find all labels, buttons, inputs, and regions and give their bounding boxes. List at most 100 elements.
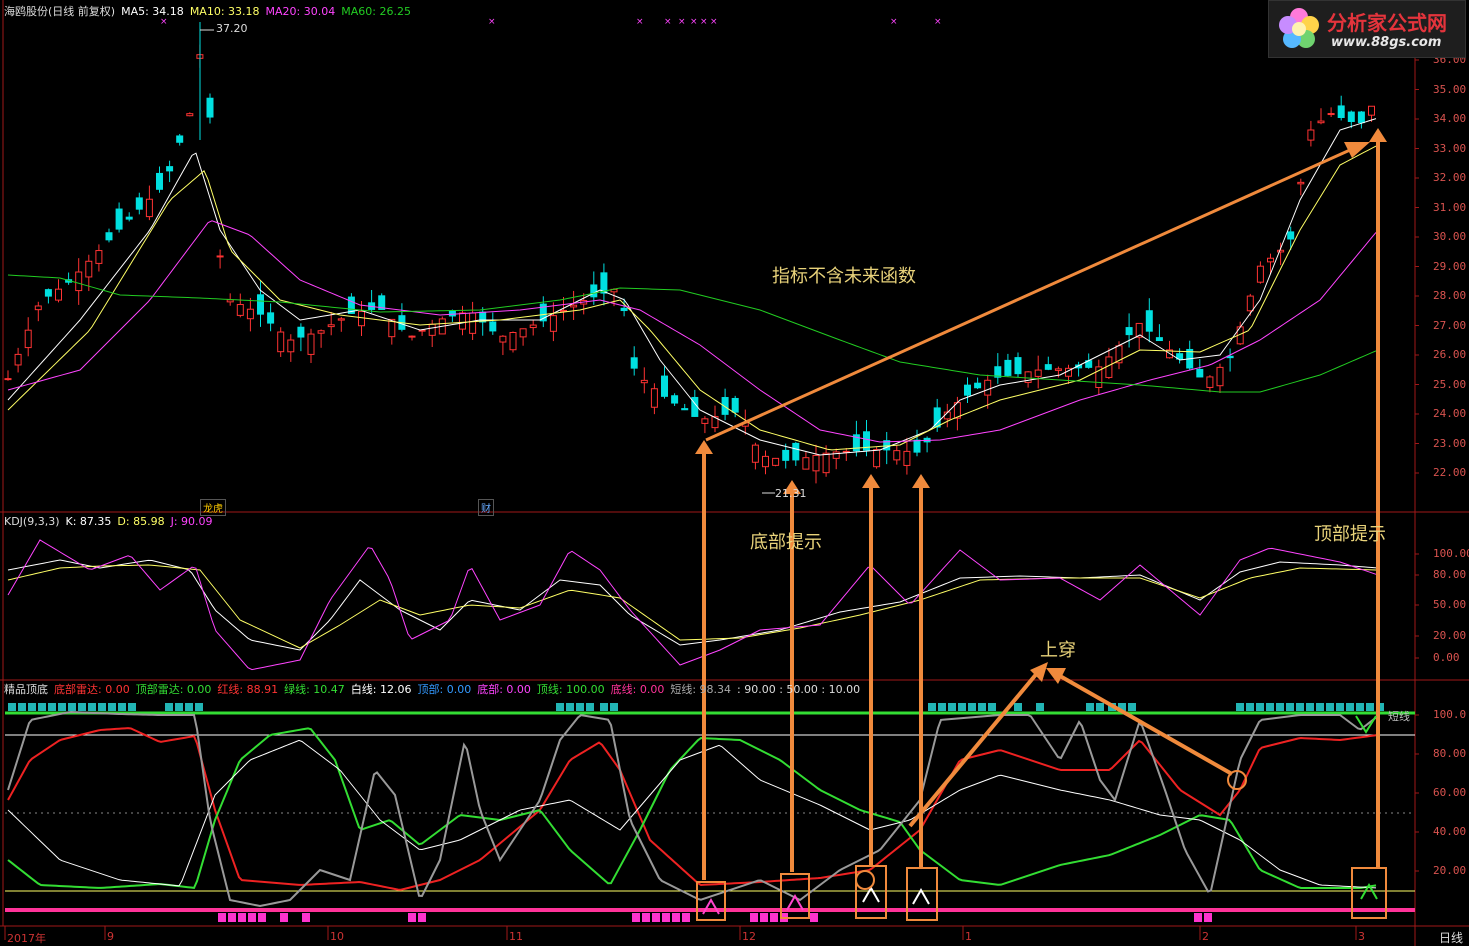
candle-body: [115, 208, 123, 230]
time-tick-label: 2017年: [7, 932, 46, 945]
candle-body: [650, 388, 658, 408]
top-radar-block: [600, 703, 608, 711]
candle-body: [499, 335, 507, 343]
top-radar-block: [165, 703, 173, 711]
candle-body: [186, 113, 194, 117]
candle-body: [681, 408, 689, 411]
event-marker: ×: [488, 17, 496, 27]
candle-body: [1277, 249, 1285, 253]
event-marker: ×: [700, 17, 708, 27]
candle-body: [509, 332, 517, 351]
bottom-line-label: 底线: 0.00: [610, 683, 665, 696]
annotation-bottom-hint: 底部提示: [750, 532, 822, 553]
top-radar-block: [68, 703, 76, 711]
bottom-radar-block: [652, 913, 660, 922]
kdj-d-label: D: 85.98: [117, 515, 165, 528]
ma60-label: MA60: 26.25: [341, 5, 411, 18]
candle-body: [913, 439, 921, 453]
candle-body: [812, 454, 820, 472]
candle-body: [600, 272, 608, 294]
top-radar-block: [1036, 703, 1044, 711]
top-radar-block: [576, 703, 584, 711]
top-label: 顶部: 0.00: [417, 683, 472, 696]
short-line-tag: 短线: [1388, 710, 1410, 723]
background: [0, 0, 1469, 946]
bottom-radar-block: [662, 913, 670, 922]
high-price-marker: 37.20: [216, 22, 248, 35]
candle-body: [570, 304, 578, 308]
candle-body: [1368, 105, 1375, 116]
kdj-tick-label: 20.00: [1433, 629, 1467, 642]
candle-body: [782, 449, 790, 461]
price-tick-label: 30.00: [1433, 230, 1467, 243]
bottom-radar-block: [770, 913, 778, 922]
candle-body: [519, 328, 527, 338]
top-radar-block: [1326, 703, 1334, 711]
candle-body: [1196, 368, 1204, 378]
candle-body: [75, 271, 83, 292]
candle-body: [327, 324, 335, 328]
red-line-label: 红线: 88.91: [217, 683, 279, 696]
top-radar-block: [185, 703, 193, 711]
event-marker: ×: [636, 17, 644, 27]
kdj-tick-label: 50.00: [1433, 598, 1467, 611]
top-radar-block: [175, 703, 183, 711]
indicator-panel-header: 精品顶底 底部雷达: 0.00 顶部雷达: 0.00 红线: 88.91 绿线: 10.…: [4, 683, 866, 697]
bottom-radar-block: [238, 913, 246, 922]
top-radar-block: [928, 703, 936, 711]
candle-body: [226, 299, 234, 303]
top-radar-block: [1316, 703, 1324, 711]
top-radar-block: [1128, 703, 1136, 711]
candle-body: [4, 378, 12, 381]
bottom-radar-block: [302, 913, 310, 922]
candle-body: [1307, 129, 1315, 141]
time-tick-label: 9: [107, 930, 114, 943]
candle-body: [14, 353, 22, 366]
bottom-radar-block: [218, 913, 226, 922]
candle-body: [751, 444, 759, 463]
price-tick-label: 31.00: [1433, 200, 1467, 214]
candle-body: [95, 250, 103, 264]
top-radar-block: [128, 703, 136, 711]
top-radar-block: [1096, 703, 1104, 711]
bottom-radar-block: [1204, 913, 1212, 922]
top-radar-block: [978, 703, 986, 711]
bottom-radar-block: [750, 913, 758, 922]
candle-body: [772, 457, 780, 466]
bottom-label: 底部: 0.00: [477, 683, 531, 696]
candle-body: [257, 294, 264, 315]
top-radar-block: [28, 703, 36, 711]
time-tick-label: 12: [742, 930, 756, 943]
price-tick-label: 27.00: [1433, 318, 1467, 332]
finance-tag[interactable]: 财: [478, 499, 494, 516]
top-radar-block: [1256, 703, 1264, 711]
logo-url: www.88gs.com: [1331, 35, 1442, 50]
top-radar-block: [1236, 703, 1244, 711]
candle-body: [1256, 265, 1264, 283]
candle-body: [489, 321, 497, 332]
top-radar-block: [938, 703, 946, 711]
event-marker: ×: [664, 17, 672, 27]
indicator-tick-label: 60.00: [1433, 786, 1467, 799]
top-radar-block: [38, 703, 46, 711]
top-radar-block: [958, 703, 966, 711]
price-tick-label: 26.00: [1433, 348, 1467, 361]
levels-label: : 90.00 : 50.00 : 10.00: [737, 683, 861, 696]
candle-body: [1317, 120, 1325, 124]
white-line-label: 白线: 12.06: [350, 683, 412, 696]
site-logo: 分析家公式网 www.88gs.com: [1268, 0, 1466, 58]
price-tick-label: 29.00: [1433, 259, 1467, 273]
candle-body: [984, 379, 992, 396]
top-radar-block: [1336, 703, 1344, 711]
bottom-radar-block: [258, 913, 266, 922]
candle-body: [903, 450, 911, 466]
candle-body: [1004, 359, 1012, 376]
candle-body: [974, 382, 982, 389]
candle-body: [1034, 369, 1042, 377]
candle-body: [1347, 111, 1355, 122]
candle-body: [145, 198, 153, 218]
period-selector[interactable]: 日线: [1439, 929, 1463, 946]
dragon-tiger-tag[interactable]: 龙虎: [200, 499, 226, 516]
stock-chart[interactable]: × × × × × × × × × ×: [0, 0, 1469, 946]
candle-body: [1287, 231, 1295, 240]
